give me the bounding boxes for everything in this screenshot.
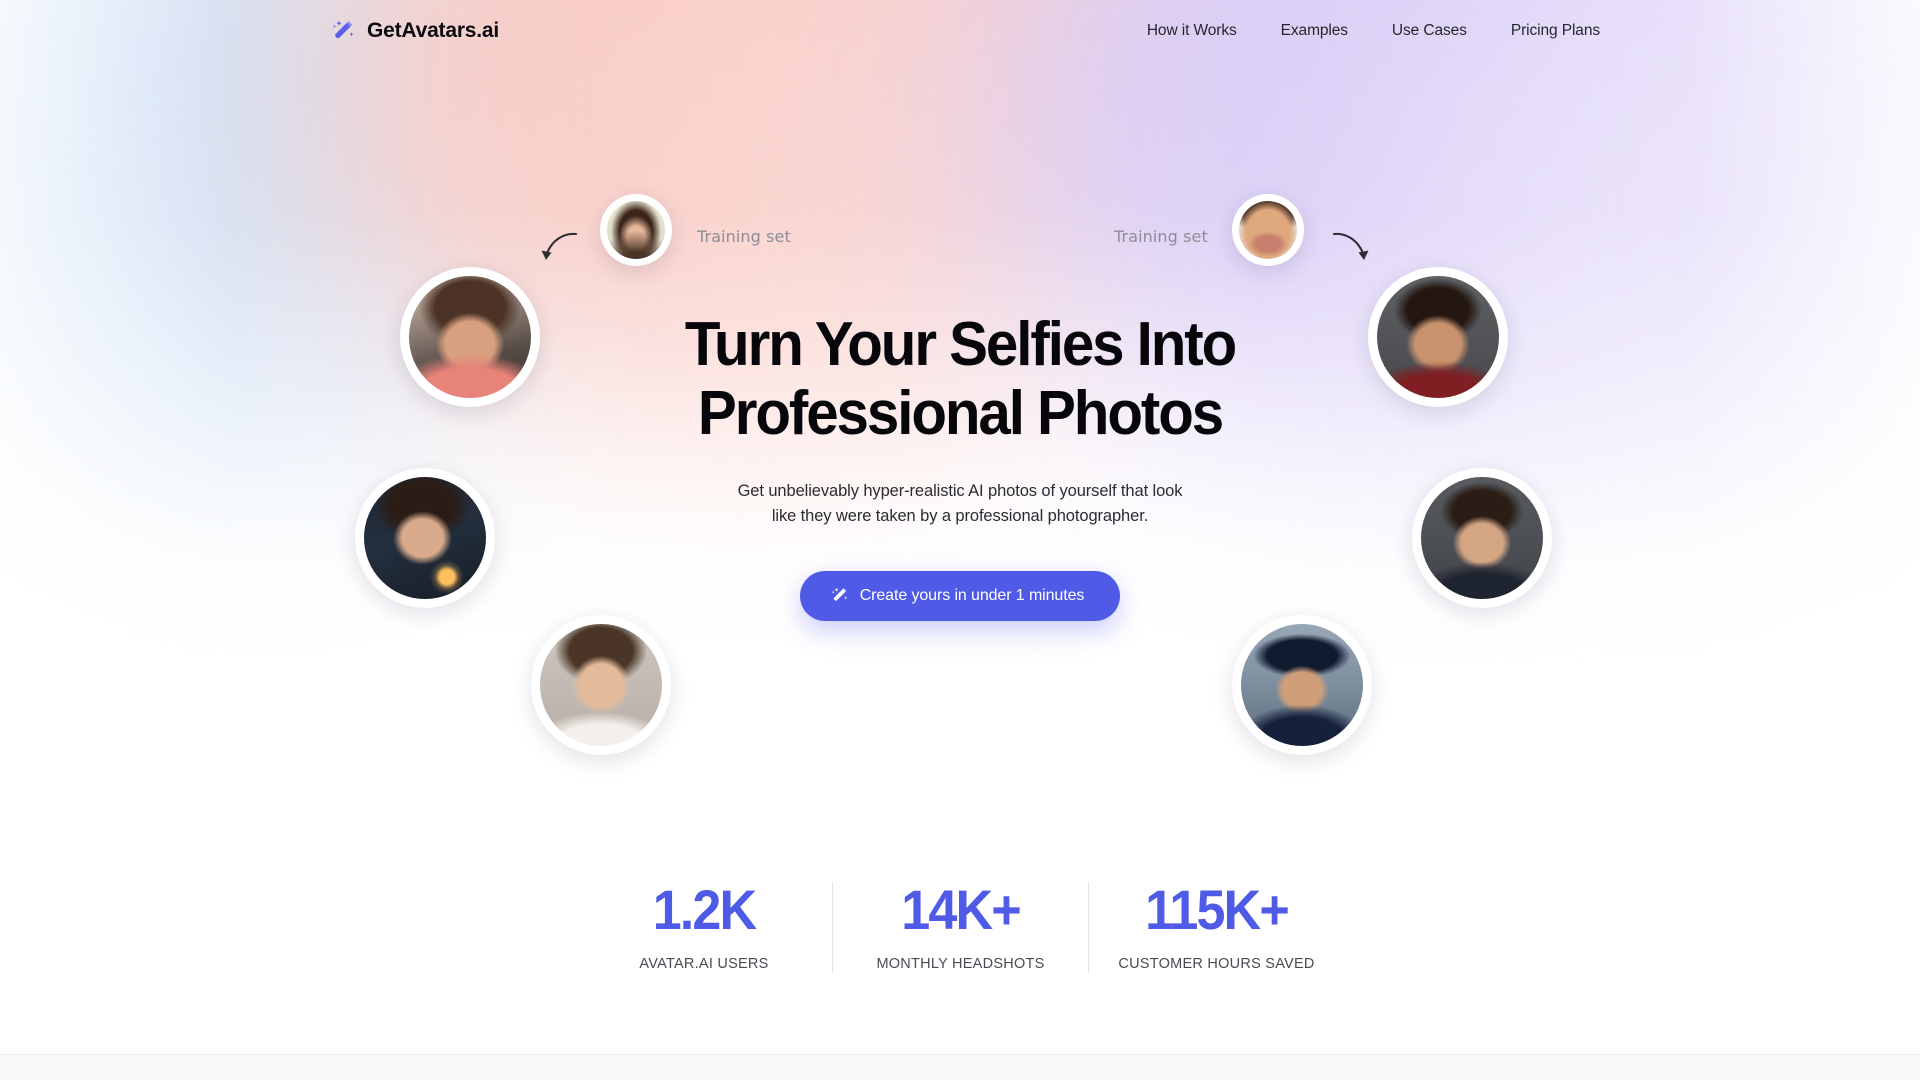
headline-line-1: Turn Your Selfies Into [684, 310, 1237, 379]
nav-item-how-it-works[interactable]: How it Works [1147, 22, 1237, 40]
nav-item-examples[interactable]: Examples [1281, 22, 1348, 40]
avatar-image [1241, 624, 1363, 746]
hero-subheading: Get unbelievably hyper-realistic AI phot… [600, 479, 1320, 529]
avatar-image [364, 477, 486, 599]
brand-logo[interactable]: GetAvatars.ai [330, 18, 499, 44]
cta-label: Create yours in under 1 minutes [859, 586, 1085, 604]
subheading-line-2: like they were taken by a professional p… [771, 506, 1149, 525]
hero-content: Turn Your Selfies Into Professional Phot… [600, 310, 1320, 622]
avatar-image [1421, 477, 1543, 599]
avatar-image [1377, 276, 1499, 398]
training-set-label-right: Training set [1114, 227, 1208, 246]
curved-arrow-right-icon [1332, 232, 1369, 260]
avatar-naval-officer[interactable] [1232, 615, 1372, 755]
magic-wand-icon [832, 587, 847, 601]
avatar-business-woman[interactable] [531, 615, 671, 755]
avatar-image [1239, 201, 1297, 259]
create-avatar-cta-button[interactable]: Create yours in under 1 minutes [799, 571, 1121, 622]
stat-label: MONTHLY HEADSHOTS [876, 956, 1045, 972]
magic-wand-icon [333, 20, 354, 39]
stat-monthly-headshots: 14K+ MONTHLY HEADSHOTS [832, 882, 1088, 972]
nav-item-pricing-plans[interactable]: Pricing Plans [1511, 22, 1600, 40]
curved-arrow-left-icon [541, 232, 578, 260]
training-set-label-left: Training set [697, 227, 791, 246]
stat-label: CUSTOMER HOURS SAVED [1118, 956, 1315, 972]
hero-cta-row: Create yours in under 1 minutes [600, 571, 1320, 622]
avatar-training-left[interactable] [600, 194, 672, 266]
stat-value: 1.2K [652, 878, 757, 941]
site-header: GetAvatars.ai How it Works Examples Use … [0, 0, 1920, 62]
subheading-line-1: Get unbelievably hyper-realistic AI phot… [737, 481, 1183, 500]
stat-value: 14K+ [901, 878, 1021, 941]
avatar-image [607, 201, 665, 259]
stat-label: AVATAR.AI USERS [639, 956, 769, 972]
landing-page: GetAvatars.ai How it Works Examples Use … [0, 0, 1920, 1080]
stats-section: 1.2K AVATAR.AI USERS 14K+ MONTHLY HEADSH… [0, 882, 1920, 972]
next-section-strip [0, 1054, 1920, 1080]
avatar-image [540, 624, 662, 746]
nav-item-use-cases[interactable]: Use Cases [1392, 22, 1467, 40]
avatar-kimono-woman[interactable] [400, 267, 540, 407]
avatar-suited-man[interactable] [1412, 468, 1552, 608]
hero-section: Training set Training set Turn Your Self… [0, 62, 1920, 762]
stat-value: 115K+ [1145, 878, 1290, 941]
main-navigation: How it Works Examples Use Cases Pricing … [1147, 22, 1600, 40]
page-title: Turn Your Selfies Into Professional Phot… [622, 310, 1299, 449]
avatar-fantasy-woman[interactable] [355, 468, 495, 608]
avatar-image [409, 276, 531, 398]
brand-name: GetAvatars.ai [367, 19, 500, 42]
stat-customer-hours-saved: 115K+ CUSTOMER HOURS SAVED [1088, 882, 1344, 972]
headline-line-2: Professional Photos [697, 379, 1224, 449]
stat-avatar-ai-users: 1.2K AVATAR.AI USERS [576, 878, 832, 973]
avatar-military-man[interactable] [1368, 267, 1508, 407]
avatar-training-right[interactable] [1232, 194, 1304, 266]
